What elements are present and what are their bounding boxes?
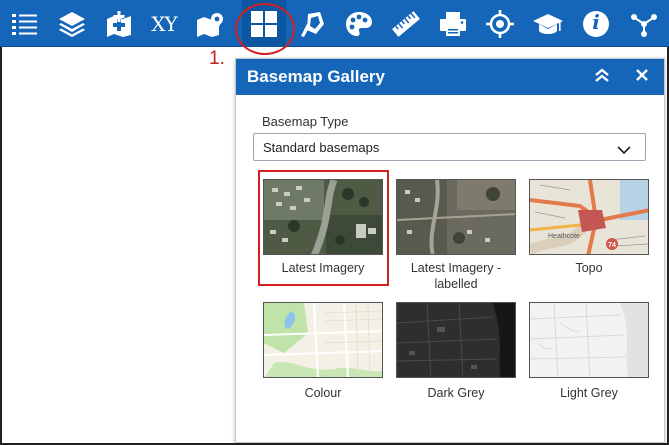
map-tools-button[interactable] xyxy=(189,0,233,47)
measure-button[interactable] xyxy=(384,0,428,47)
basemap-label: Latest Imagery xyxy=(281,261,365,275)
basemap-tile-topo[interactable]: 74 Heathcote Topo xyxy=(527,177,651,281)
close-panel-button[interactable] xyxy=(630,65,654,89)
basemap-label: Colour xyxy=(304,386,342,400)
coordinate-icon-label: XY xyxy=(151,11,177,36)
basemap-label-line2: labelled xyxy=(434,277,478,291)
share-icon xyxy=(629,10,659,38)
topo-map-place-text: Heathcote xyxy=(548,233,580,240)
layers-button[interactable] xyxy=(50,0,94,47)
print-button[interactable] xyxy=(431,0,475,47)
draw-icon xyxy=(298,10,328,38)
chevron-down-icon xyxy=(617,142,631,160)
basemap-label-line1: Latest Imagery - xyxy=(410,261,502,275)
info-button[interactable]: i xyxy=(574,0,618,47)
basemap-type-select[interactable]: Standard basemaps xyxy=(253,133,646,161)
basemap-gallery-panel: Basemap Gallery Basemap Type Standard ba… xyxy=(235,58,665,443)
step1-label: 1. xyxy=(209,48,225,69)
locate-icon xyxy=(485,9,515,39)
main-toolbar: XY i xyxy=(0,0,669,47)
draw-button[interactable] xyxy=(291,0,335,47)
education-icon xyxy=(532,10,564,38)
basemap-tile-latest-imagery[interactable]: Latest Imagery xyxy=(261,177,385,281)
basemap-label: Dark Grey xyxy=(427,386,485,400)
palette-icon xyxy=(344,10,374,38)
basemap-thumbnail xyxy=(263,179,383,255)
palette-button[interactable] xyxy=(337,0,381,47)
panel-title: Basemap Gallery xyxy=(247,67,385,86)
share-button[interactable] xyxy=(622,0,666,47)
step1-highlight-circle xyxy=(235,3,295,55)
add-data-icon xyxy=(104,10,134,38)
basemap-tile-latest-imagery-labelled[interactable]: Latest Imagery - labelled xyxy=(394,177,518,295)
basemap-thumbnail xyxy=(396,302,516,378)
basemap-tile-dark-grey[interactable]: Dark Grey xyxy=(394,300,518,404)
locate-button[interactable] xyxy=(478,0,522,47)
basemap-type-label: Basemap Type xyxy=(262,114,349,129)
legend-button[interactable] xyxy=(3,0,47,47)
basemap-type-value: Standard basemaps xyxy=(263,140,380,155)
coordinate-button[interactable]: XY xyxy=(142,0,186,47)
basemap-thumbnail xyxy=(529,302,649,378)
collapse-panel-button[interactable] xyxy=(590,65,614,89)
basemap-label: Light Grey xyxy=(560,386,618,400)
legend-icon xyxy=(10,11,40,37)
education-button[interactable] xyxy=(526,0,570,47)
topo-map-route-number: 74 xyxy=(608,242,616,249)
measure-icon xyxy=(391,10,421,38)
basemap-thumbnail xyxy=(396,179,516,255)
coordinate-icon: XY xyxy=(151,11,177,36)
panel-header: Basemap Gallery xyxy=(236,59,664,95)
chevrons-up-icon xyxy=(593,67,611,88)
layers-icon xyxy=(57,10,87,38)
add-data-button[interactable] xyxy=(97,0,141,47)
print-icon xyxy=(438,10,468,38)
basemap-thumbnail: 74 Heathcote xyxy=(529,179,649,255)
close-icon xyxy=(635,68,649,87)
info-icon-label: i xyxy=(592,10,600,34)
map-tools-icon xyxy=(195,10,227,38)
basemap-label: Topo xyxy=(575,261,603,275)
basemap-tile-colour[interactable]: Colour xyxy=(261,300,385,404)
basemap-tile-light-grey[interactable]: Light Grey xyxy=(527,300,651,404)
basemap-thumbnail xyxy=(263,302,383,378)
